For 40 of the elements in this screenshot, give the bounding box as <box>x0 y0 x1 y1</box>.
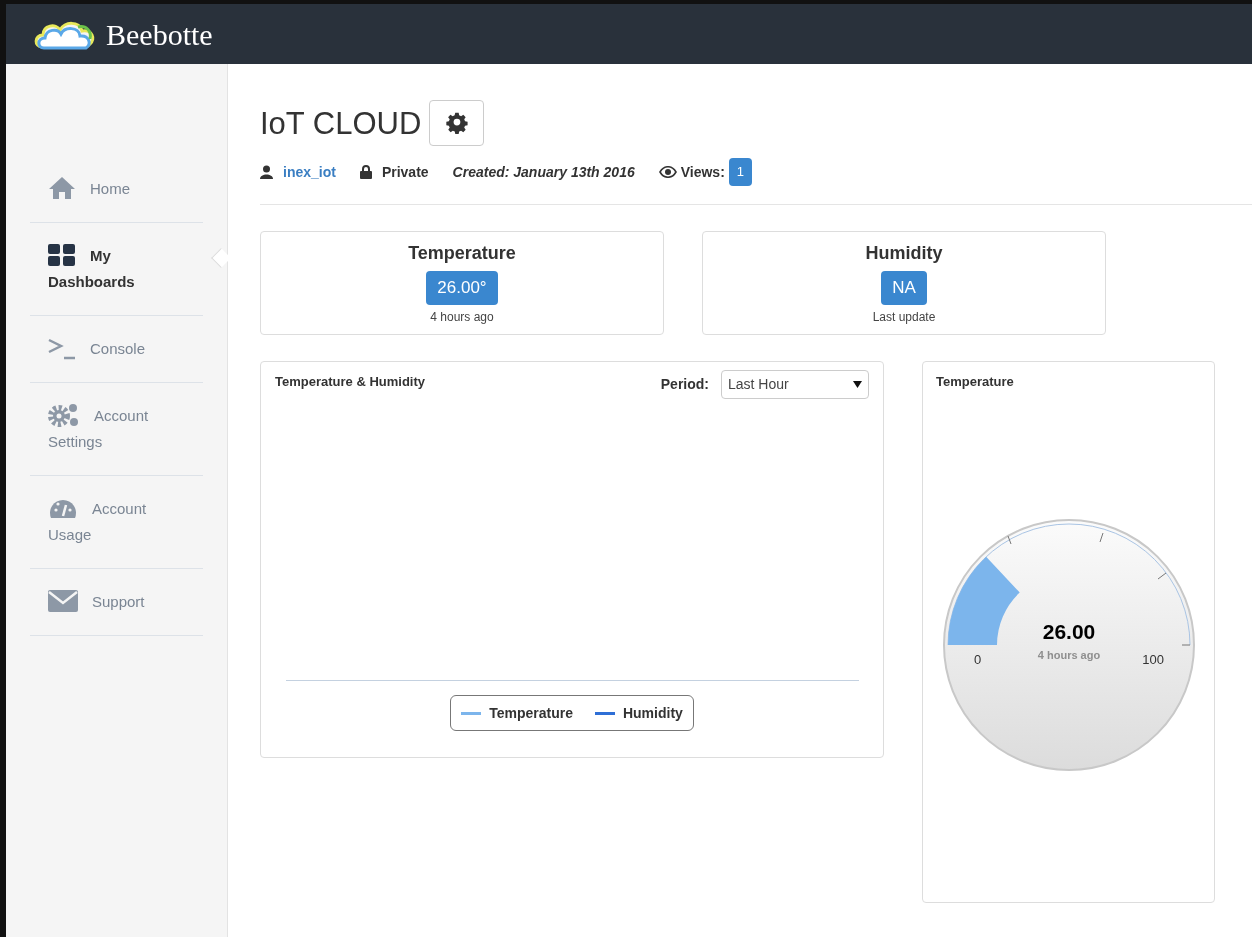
sidebar-item[interactable]: Home <box>48 176 168 202</box>
console-icon <box>48 336 76 361</box>
visibility-label: Private <box>381 162 429 182</box>
dashboard-title: IoT CLOUD <box>260 107 422 139</box>
settings-button[interactable] <box>429 100 485 146</box>
gauge-caption: 4 hours ago <box>1037 648 1101 663</box>
gauge-value: 26.00 <box>1042 618 1096 645</box>
owner-link[interactable]: inex_iot <box>283 161 336 183</box>
caret-icon <box>853 381 862 388</box>
lock-icon <box>359 165 372 179</box>
brand-name[interactable]: Beebotte <box>106 11 213 57</box>
legend-label[interactable]: Humidity <box>622 702 683 724</box>
gears-icon <box>48 402 80 429</box>
widget-title: Temperature <box>936 373 1015 391</box>
settings-icon <box>445 112 468 134</box>
card-caption: 4 hours ago <box>430 308 494 326</box>
home-icon <box>48 176 76 201</box>
gauge-min-label: 0 <box>974 650 982 669</box>
sidebar-item[interactable]: Support <box>48 589 168 615</box>
views-count: 1 <box>728 158 753 186</box>
widget-title: Temperature & Humidity <box>275 373 425 391</box>
views-label: Views: <box>680 162 725 182</box>
value-badge: NA <box>881 271 927 305</box>
user-icon <box>260 165 273 179</box>
gauge-max-label: 100 <box>1142 650 1164 669</box>
eye-icon <box>658 166 677 178</box>
value-badge: 26.00° <box>426 271 498 305</box>
sidebar-item[interactable]: Console <box>48 336 168 362</box>
created-date: Created: January 13th 2016 <box>452 162 635 182</box>
card-title: Temperature <box>408 242 516 265</box>
legend-label[interactable]: Temperature <box>489 702 573 724</box>
card-title: Humidity <box>865 242 943 265</box>
card-caption: Last update <box>872 308 936 326</box>
period-label: Period: <box>660 375 709 394</box>
mail-icon <box>48 590 78 613</box>
sidebar-item[interactable]: Account Usage <box>48 496 168 548</box>
sidebar-item[interactable]: Account Settings <box>48 403 168 455</box>
period-select[interactable]: Last Hour <box>721 370 869 399</box>
sidebar-item[interactable]: My Dashboards <box>48 243 168 295</box>
grid-icon <box>48 243 76 268</box>
